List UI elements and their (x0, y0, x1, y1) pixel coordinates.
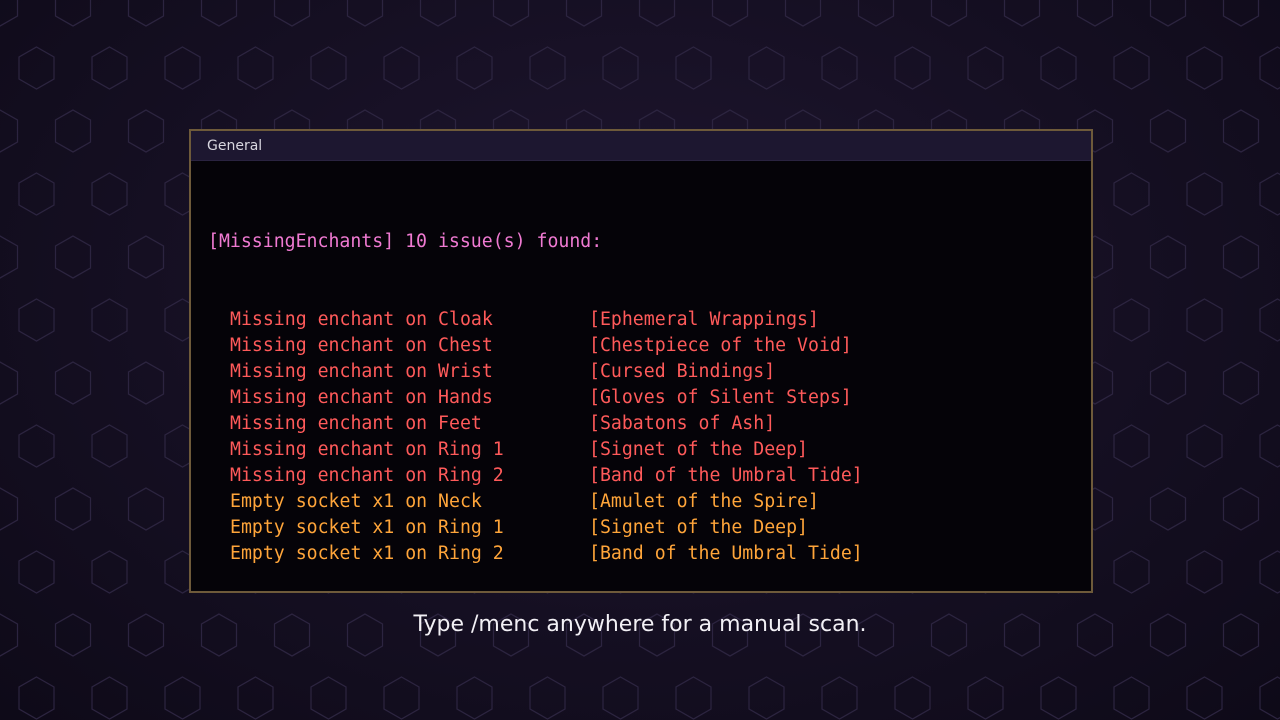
item-link[interactable]: [Cursed Bindings] (589, 359, 775, 385)
chat-tab-label: General (207, 137, 263, 154)
item-link[interactable]: [Amulet of the Spire] (589, 489, 819, 515)
issue-message: Empty socket x1 on Ring 1 (230, 517, 504, 538)
issue-summary: 10 issue(s) found: (405, 231, 603, 252)
item-link[interactable]: [Sabatons of Ash] (589, 411, 775, 437)
item-link[interactable]: [Chestpiece of the Void] (589, 333, 852, 359)
item-link[interactable]: [Band of the Umbral Tide] (589, 541, 863, 567)
item-link[interactable]: [Signet of the Deep] (589, 515, 808, 541)
item-link[interactable]: [Band of the Umbral Tide] (589, 463, 863, 489)
empty-socket-line: Empty socket x1 on Neck [Amulet of the Sp… (208, 489, 1091, 515)
item-link[interactable]: [Ephemeral Wrappings] (589, 307, 819, 333)
issue-message: Missing enchant on Chest (230, 335, 493, 356)
issue-message: Missing enchant on Wrist (230, 361, 493, 382)
manual-scan-caption: Type /menc anywhere for a manual scan. (413, 612, 867, 637)
issue-message: Empty socket x1 on Ring 2 (230, 543, 504, 564)
missing-enchant-line: Missing enchant on Ring 2 [Band of the Um… (208, 463, 1091, 489)
empty-socket-line: Empty socket x1 on Ring 1 [Signet of the … (208, 515, 1091, 541)
empty-socket-line: Empty socket x1 on Ring 2 [Band of the Um… (208, 541, 1091, 567)
item-link[interactable]: [Signet of the Deep] (589, 437, 808, 463)
missing-enchant-line: Missing enchant on Ring 1 [Signet of the … (208, 437, 1091, 463)
issue-message: Missing enchant on Hands (230, 387, 493, 408)
chat-log: [MissingEnchants] 10 issue(s) found: Mis… (191, 161, 1091, 619)
missing-enchant-line: Missing enchant on Chest [Chestpiece of t… (208, 333, 1091, 359)
issue-message: Missing enchant on Ring 1 (230, 439, 504, 460)
issue-message: Missing enchant on Cloak (230, 309, 493, 330)
issue-message: Missing enchant on Feet (230, 413, 482, 434)
addon-tag: [MissingEnchants] (208, 231, 395, 252)
missing-enchant-line: Missing enchant on Hands [Gloves of Silen… (208, 385, 1091, 411)
issue-message: Empty socket x1 on Neck (230, 491, 482, 512)
missing-enchant-line: Missing enchant on Cloak [Ephemeral Wrapp… (208, 307, 1091, 333)
chat-header-line: [MissingEnchants] 10 issue(s) found: (208, 229, 1091, 255)
item-link[interactable]: [Gloves of Silent Steps] (589, 385, 852, 411)
issue-message: Missing enchant on Ring 2 (230, 465, 504, 486)
missing-enchant-line: Missing enchant on Wrist [Cursed Bindings… (208, 359, 1091, 385)
chat-tab-general[interactable]: General (191, 131, 1091, 161)
missing-enchant-line: Missing enchant on Feet [Sabatons of Ash] (208, 411, 1091, 437)
chat-window: General [MissingEnchants] 10 issue(s) fo… (189, 129, 1093, 593)
